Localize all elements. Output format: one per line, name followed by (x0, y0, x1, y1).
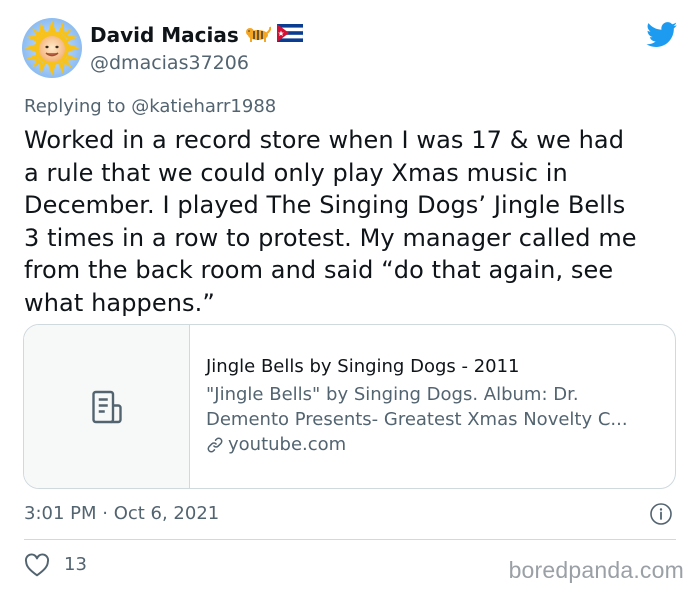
card-description-line: Demento Presents- Greatest Xmas Novelty … (206, 409, 628, 430)
card-domain[interactable]: youtube.com (206, 433, 659, 457)
card-title[interactable]: Jingle Bells by Singing Dogs - 2011 (206, 355, 659, 379)
tweet-text-line: from the back room and said “do that aga… (24, 256, 614, 284)
author-name-row[interactable]: David Macias (90, 22, 304, 48)
watermark: boredpanda.com (508, 557, 684, 583)
tweet-text-line: Worked in a record store when I was 17 &… (24, 126, 625, 154)
tweet-text-line: a rule that we could only play Xmas musi… (24, 158, 568, 187)
tiger-emoji-icon (245, 22, 271, 48)
like-count: 13 (64, 554, 87, 575)
replying-to: Replying to @katieharr1988 (24, 95, 276, 119)
divider (24, 539, 676, 540)
card-body[interactable]: Jingle Bells by Singing Dogs - 2011 "Jin… (190, 325, 675, 488)
heart-icon[interactable] (24, 553, 50, 577)
card-description-line: "Jingle Bells" by Singing Dogs. Album: D… (206, 384, 579, 405)
card-description: "Jingle Bells" by Singing Dogs. Album: D… (206, 382, 659, 432)
tweet-timestamp[interactable]: 3:01 PM · Oct 6, 2021 (24, 502, 219, 526)
tweet-card: David Macias @dmacias37206 Replying to @… (0, 0, 700, 592)
tweet-text-line: December. I played The Singing Dogs’ Jin… (24, 191, 626, 219)
tweet-text-line: what happens.” (24, 288, 215, 317)
reply-mention[interactable]: @katieharr1988 (131, 96, 276, 117)
card-domain-text[interactable]: youtube.com (228, 433, 346, 457)
card-thumbnail[interactable] (24, 325, 190, 488)
reply-prefix: Replying to (24, 96, 126, 117)
cuba-flag-icon (276, 22, 304, 48)
sun-baby-avatar-icon (22, 18, 82, 78)
document-icon (91, 390, 122, 423)
tweet-text: Worked in a record store when I was 17 &… (24, 124, 679, 319)
info-icon[interactable] (649, 502, 673, 526)
link-preview-card[interactable]: Jingle Bells by Singing Dogs - 2011 "Jin… (23, 324, 676, 489)
author-handle[interactable]: @dmacias37206 (90, 51, 249, 75)
avatar[interactable] (22, 18, 82, 78)
link-icon (207, 437, 223, 453)
like-row[interactable]: 13 (24, 553, 87, 577)
tweet-text-line: 3 times in a row to protest. My manager … (24, 223, 637, 252)
twitter-bird-icon[interactable] (646, 22, 678, 48)
display-name[interactable]: David Macias (90, 22, 239, 48)
